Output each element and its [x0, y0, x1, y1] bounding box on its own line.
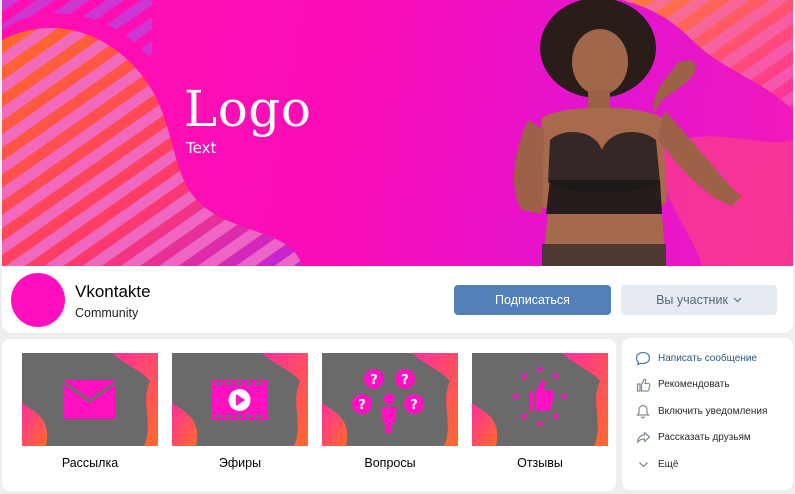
menu-item-streams[interactable]: Эфиры: [172, 353, 308, 470]
menu-item-questions[interactable]: ???? Вопросы: [322, 353, 458, 470]
menu-item-newsletter[interactable]: Рассылка: [22, 353, 158, 470]
action-label: Ещё: [658, 458, 679, 470]
action-recommend[interactable]: Рекомендовать: [622, 372, 793, 399]
svg-text:?: ?: [401, 373, 409, 388]
logo-subtext: Text: [186, 139, 217, 157]
subscribe-button[interactable]: Подписаться: [454, 285, 611, 315]
member-label: Вы участник: [656, 293, 728, 307]
action-label: Включить уведомления: [658, 405, 768, 417]
action-enable-notifications[interactable]: Включить уведомления: [622, 398, 793, 425]
menu-tile: [22, 353, 158, 446]
action-write-message[interactable]: Написать сообщение: [622, 345, 793, 372]
chevron-down-icon: [733, 297, 742, 303]
menu-item-label: Эфиры: [218, 456, 262, 470]
svg-text:★: ★: [551, 370, 561, 383]
action-label: Рекомендовать: [658, 379, 730, 391]
community-actions: Написать сообщение Рекомендовать Включит…: [622, 338, 793, 490]
menu-item-label: Вопросы: [364, 456, 416, 470]
community-header: Vkontakte Community Подписаться Вы участ…: [2, 266, 793, 333]
avatar[interactable]: [11, 273, 65, 327]
svg-text:★: ★: [519, 370, 529, 383]
logo-text: Logo: [184, 80, 312, 138]
message-icon: [634, 349, 652, 367]
like-icon: [634, 376, 652, 394]
vk-community-page: Logo Text Vkontakte Community Подписатьс…: [0, 0, 795, 494]
svg-text:★: ★: [519, 410, 529, 423]
menu-tile: ★ ★ ★ ★ ★ ★ ★ ★: [472, 353, 608, 446]
chevron-down-icon: [634, 455, 652, 473]
svg-text:★: ★: [559, 390, 569, 403]
menu-tile: ????: [322, 353, 458, 446]
menu-item-label: Отзывы: [517, 456, 563, 470]
action-share[interactable]: Рассказать друзьям: [622, 425, 793, 452]
cover-image: Logo Text: [2, 0, 793, 266]
community-menu: Рассылка Эфиры ? ? ? ? Вопросы ★ ★ ★ ★ ★…: [2, 339, 616, 491]
menu-item-label: Рассылка: [61, 456, 119, 470]
svg-text:★: ★: [511, 390, 521, 403]
action-more[interactable]: Ещё: [622, 451, 793, 478]
menu-tile: [172, 353, 308, 446]
menu-item-reviews[interactable]: ★ ★ ★ ★ ★ ★ ★ ★ Отзывы: [472, 353, 608, 470]
member-dropdown-button[interactable]: Вы участник: [621, 285, 777, 315]
share-icon: [634, 429, 652, 447]
community-type: Community: [75, 306, 139, 320]
action-label: Рассказать друзьям: [658, 432, 751, 444]
svg-text:★: ★: [535, 363, 545, 376]
thumbs-up-stars-icon: ★ ★ ★ ★ ★ ★ ★ ★: [511, 363, 569, 430]
questions-icon: ????: [352, 369, 424, 433]
video-play-icon: [212, 380, 267, 420]
subscribe-label: Подписаться: [495, 293, 570, 307]
community-name: Vkontakte: [75, 282, 151, 301]
svg-text:?: ?: [358, 398, 366, 413]
svg-text:★: ★: [535, 417, 545, 430]
bell-icon: [634, 402, 652, 420]
envelope-icon: [62, 380, 117, 419]
svg-text:?: ?: [410, 398, 418, 413]
cover-decoration: [2, 0, 793, 266]
svg-text:★: ★: [551, 410, 561, 423]
svg-text:?: ?: [370, 373, 378, 388]
action-label: Написать сообщение: [658, 352, 758, 364]
